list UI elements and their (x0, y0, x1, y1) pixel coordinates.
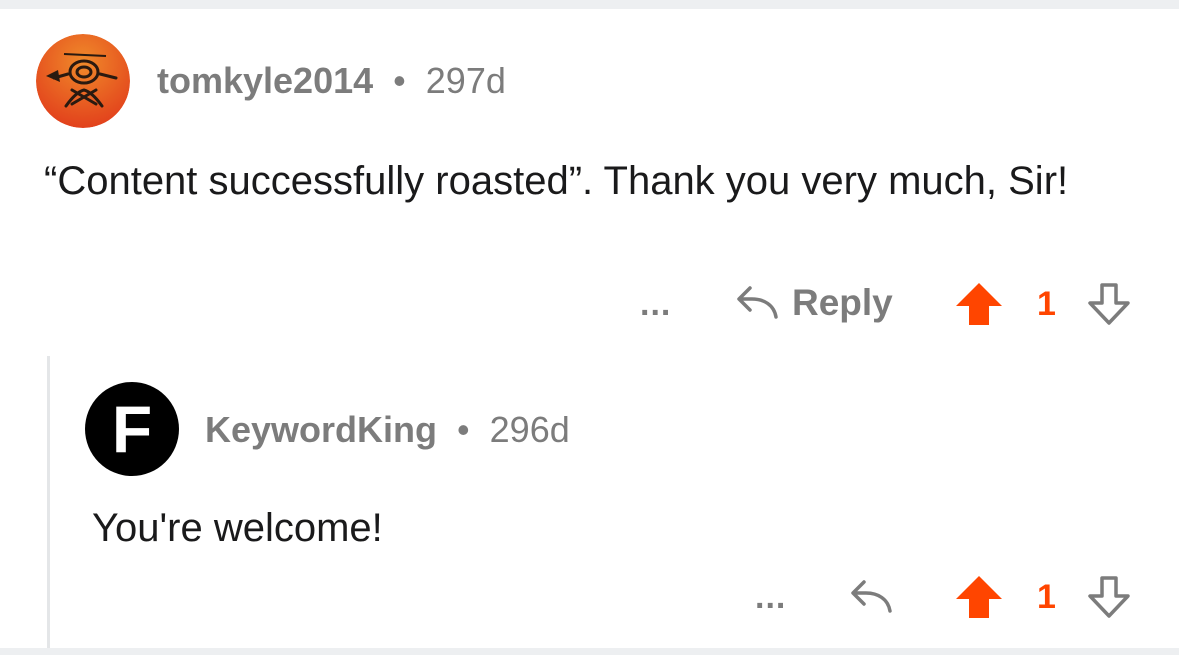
more-dots-icon: ... (755, 577, 787, 616)
upvote-arrow-icon (956, 283, 1002, 325)
avatar-letter: F (111, 392, 153, 466)
reply-label: Reply (792, 282, 893, 323)
downvote-button[interactable] (1086, 281, 1132, 327)
comment-age: 297d (425, 60, 506, 101)
comment-body: “Content successfully roasted”. Thank yo… (44, 159, 1069, 203)
username-link[interactable]: tomkyle2014 (157, 60, 373, 101)
downvote-arrow-icon (1088, 283, 1130, 325)
user-avatar[interactable]: F (85, 382, 179, 476)
avatar-emblem-icon (36, 34, 130, 128)
meta-separator: • (457, 409, 470, 450)
vote-count: 1 (1037, 284, 1056, 324)
reply-button[interactable] (848, 574, 894, 620)
bottom-divider (0, 648, 1179, 655)
reply-button[interactable]: Reply (734, 280, 893, 326)
reply-arrow-icon (851, 580, 892, 613)
reply-arrow-icon (737, 286, 778, 319)
upvote-button[interactable] (954, 281, 1004, 327)
user-avatar[interactable] (36, 34, 130, 128)
upvote-button[interactable] (954, 574, 1004, 620)
more-options-button[interactable]: ... (755, 577, 786, 617)
comment-meta: tomkyle2014 • 297d (157, 60, 506, 102)
vote-count-value: 1 (1037, 284, 1056, 323)
more-dots-icon: ... (640, 284, 672, 323)
top-divider (0, 0, 1179, 9)
vote-count: 1 (1037, 577, 1056, 617)
vote-count-value: 1 (1037, 577, 1056, 616)
thread-line[interactable] (47, 356, 50, 648)
more-options-button[interactable]: ... (640, 284, 671, 324)
meta-separator: • (393, 60, 406, 101)
username-link[interactable]: KeywordKing (205, 409, 437, 450)
downvote-arrow-icon (1088, 576, 1130, 618)
upvote-arrow-icon (956, 576, 1002, 618)
comment-body: You're welcome! (92, 506, 383, 550)
comment-age: 296d (489, 409, 570, 450)
comment-meta: KeywordKing • 296d (205, 409, 570, 451)
downvote-button[interactable] (1086, 574, 1132, 620)
